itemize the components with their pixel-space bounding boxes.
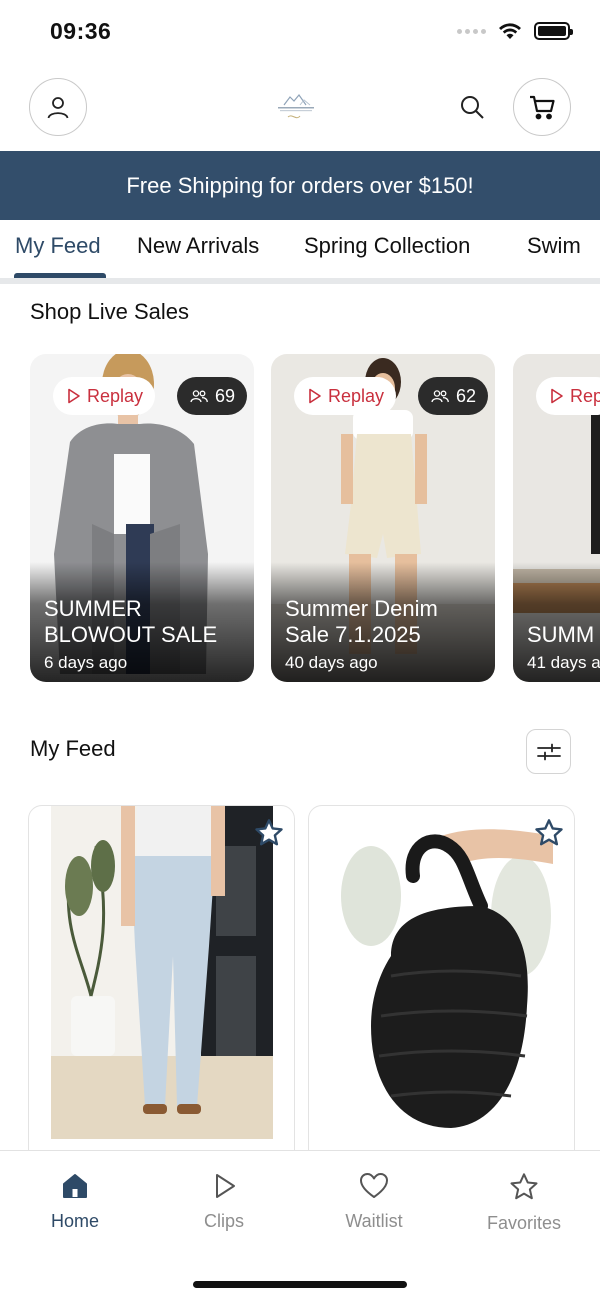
tab-spring-collection[interactable]: Spring Collection xyxy=(304,233,470,259)
live-sale-title: SUMM 6.30.25 xyxy=(527,622,600,647)
nav-favorites[interactable]: Favorites xyxy=(464,1171,584,1234)
battery-icon xyxy=(534,22,573,40)
star-outline-icon xyxy=(255,819,283,846)
live-sales-carousel[interactable]: Replay 69 SUMMER BLOWOUT SALE 6 days ago xyxy=(0,354,600,684)
signal-icon xyxy=(457,28,486,34)
tab-my-feed[interactable]: My Feed xyxy=(15,233,101,259)
favorite-button[interactable] xyxy=(532,816,566,850)
viewer-count: 69 xyxy=(214,385,236,406)
bottom-navigation: Home Clips Waitlist Favorites xyxy=(0,1150,600,1299)
search-icon xyxy=(461,96,484,119)
favorite-button[interactable] xyxy=(252,816,286,850)
product-card[interactable] xyxy=(28,805,295,1165)
nav-clips-label: Clips xyxy=(203,1211,244,1231)
status-icons xyxy=(457,22,573,40)
star-icon xyxy=(510,1173,538,1200)
replay-badge[interactable]: Rep xyxy=(536,377,600,415)
sliders-icon xyxy=(536,743,561,760)
home-indicator xyxy=(193,1281,407,1288)
live-sale-card[interactable]: Replay 69 SUMMER BLOWOUT SALE 6 days ago xyxy=(30,354,254,682)
store-logo-icon[interactable] xyxy=(270,91,322,125)
replay-badge[interactable]: Replay xyxy=(294,377,397,415)
app-header xyxy=(0,66,600,151)
live-sale-card[interactable]: Replay 62 Summer Denim Sale 7.1.2025 40 … xyxy=(271,354,495,682)
cart-button[interactable] xyxy=(513,78,571,136)
viewer-count: 62 xyxy=(455,385,477,406)
star-outline-icon xyxy=(535,819,563,846)
live-sale-title: SUMMER BLOWOUT SALE xyxy=(44,596,218,647)
tab-new-arrivals[interactable]: New Arrivals xyxy=(137,233,259,259)
product-image[interactable] xyxy=(51,806,273,1139)
nav-favorites-label: Favorites xyxy=(486,1213,562,1233)
replay-label: Replay xyxy=(87,385,144,406)
filter-button[interactable] xyxy=(526,729,571,774)
nav-waitlist[interactable]: Waitlist xyxy=(314,1171,434,1232)
nav-home-label: Home xyxy=(50,1211,99,1231)
viewer-count-badge: 62 xyxy=(418,377,488,415)
live-sale-card[interactable]: Rep SUMM 6.30.25 41 days a xyxy=(513,354,600,682)
viewers-icon xyxy=(431,390,449,403)
replay-label: Replay xyxy=(328,385,385,406)
live-sale-age: 6 days ago xyxy=(44,653,128,672)
feed-title: My Feed xyxy=(30,736,116,761)
viewer-count-badge: 69 xyxy=(177,377,247,415)
category-tabs: My Feed New Arrivals Spring Collection S… xyxy=(0,220,600,284)
live-sale-title: Summer Denim Sale 7.1.2025 xyxy=(285,596,438,647)
play-outline-icon xyxy=(68,388,80,404)
search-button[interactable] xyxy=(456,91,488,123)
nav-home[interactable]: Home xyxy=(15,1171,135,1232)
person-icon xyxy=(47,97,69,119)
nav-waitlist-label: Waitlist xyxy=(345,1211,403,1231)
promo-banner[interactable]: Free Shipping for orders over $150! xyxy=(0,151,600,220)
active-tab-indicator xyxy=(14,273,106,278)
live-sales-title: Shop Live Sales xyxy=(30,299,189,324)
status-bar: 09:36 xyxy=(0,0,600,66)
nav-clips[interactable]: Clips xyxy=(164,1171,284,1232)
wifi-icon xyxy=(499,23,521,39)
status-time: 09:36 xyxy=(50,18,112,44)
product-card[interactable] xyxy=(308,805,575,1165)
play-outline-icon xyxy=(309,388,321,404)
tab-swim[interactable]: Swim xyxy=(527,233,581,259)
play-icon xyxy=(216,1174,235,1198)
live-sale-age: 41 days a xyxy=(527,653,600,672)
viewers-icon xyxy=(190,390,208,403)
home-icon xyxy=(63,1174,87,1198)
product-image[interactable] xyxy=(331,806,553,1139)
heart-icon xyxy=(360,1173,388,1198)
replay-badge[interactable]: Replay xyxy=(53,377,156,415)
replay-label: Rep xyxy=(570,385,600,406)
play-outline-icon xyxy=(551,388,563,404)
profile-button[interactable] xyxy=(29,78,87,136)
cart-icon xyxy=(530,95,555,120)
live-sale-age: 40 days ago xyxy=(285,653,378,672)
